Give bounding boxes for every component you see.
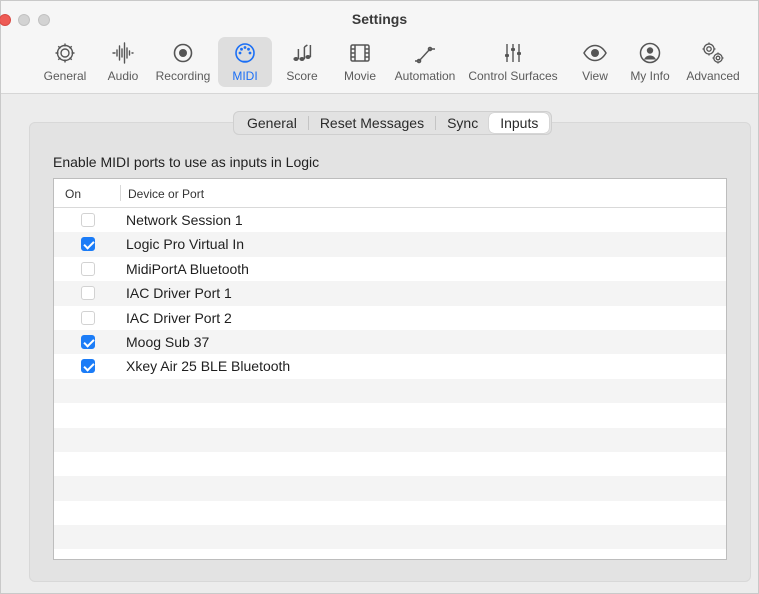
toolbar-label: MIDI	[232, 69, 258, 83]
window-title: Settings	[351, 11, 408, 27]
table-row[interactable]: IAC Driver Port 1	[54, 281, 726, 306]
toolbar-label: General	[43, 69, 87, 83]
toolbar-label: My Info	[630, 69, 670, 83]
table-row[interactable]: IAC Driver Port 2	[54, 306, 726, 330]
inputs-instruction: Enable MIDI ports to use as inputs in Lo…	[53, 154, 320, 170]
gears-icon	[682, 40, 744, 68]
device-name: Logic Pro Virtual In	[126, 236, 245, 253]
empty-row	[54, 501, 726, 525]
toolbar-advanced[interactable]: Advanced	[682, 37, 744, 87]
tab-reset-messages[interactable]: Reset Messages	[309, 113, 435, 133]
toolbar-label: View	[582, 69, 608, 83]
device-name: MidiPortA Bluetooth	[126, 260, 249, 277]
waveform-icon	[103, 40, 143, 68]
toolbar-score[interactable]: Score	[280, 37, 324, 87]
toolbar-movie[interactable]: Movie	[337, 37, 383, 87]
automation-curve-icon	[391, 40, 459, 68]
toolbar-audio[interactable]: Audio	[103, 37, 143, 87]
empty-row	[54, 403, 726, 427]
enable-checkbox[interactable]	[81, 286, 95, 301]
enable-checkbox[interactable]	[81, 237, 95, 252]
toolbar-recording[interactable]: Recording	[153, 37, 213, 87]
toolbar-label: Automation	[394, 69, 456, 83]
toolbar-label: Advanced	[686, 69, 740, 83]
table-row[interactable]: Network Session 1	[54, 208, 726, 232]
gear-icon	[43, 40, 87, 68]
enable-checkbox[interactable]	[81, 261, 95, 276]
empty-row	[54, 549, 726, 559]
device-name: Moog Sub 37	[126, 333, 210, 350]
table-row[interactable]: MidiPortA Bluetooth	[54, 257, 726, 281]
table-row[interactable]: Moog Sub 37	[54, 329, 726, 355]
device-name: Network Session 1	[126, 212, 243, 228]
tab-sync[interactable]: Sync	[436, 113, 489, 133]
toolbar-midi[interactable]: MIDI	[218, 37, 272, 87]
empty-row	[54, 525, 726, 550]
empty-row	[54, 427, 726, 452]
toolbar-label: Score	[286, 69, 318, 83]
table-header: On Device or Port	[54, 179, 726, 208]
toolbar-my-info[interactable]: My Info	[626, 37, 674, 87]
settings-window: Settings General Audio Recording MIDI Sc…	[0, 0, 759, 594]
midi-tab-control: General Reset Messages Sync Inputs	[233, 111, 553, 135]
tab-inputs[interactable]: Inputs	[489, 113, 550, 133]
empty-row	[54, 452, 726, 476]
toolbar-label: Recording	[155, 69, 211, 83]
midi-inputs-table: On Device or Port Network Session 1 Logi…	[53, 178, 727, 560]
toolbar-control-surfaces[interactable]: Control Surfaces	[463, 37, 563, 87]
empty-row	[54, 378, 726, 404]
film-icon	[337, 40, 383, 68]
faders-icon	[463, 40, 563, 68]
record-icon	[153, 40, 213, 68]
toolbar-label: Audio	[107, 69, 139, 83]
enable-checkbox[interactable]	[81, 334, 95, 349]
person-icon	[626, 40, 674, 68]
midi-port-icon	[218, 40, 272, 68]
device-name: IAC Driver Port 2	[126, 309, 232, 326]
toolbar-label: Control Surfaces	[468, 69, 558, 83]
toolbar-general[interactable]: General	[43, 37, 87, 87]
toolbar-view[interactable]: View	[575, 37, 615, 87]
table-row[interactable]: Xkey Air 25 BLE Bluetooth	[54, 354, 726, 378]
device-name: Xkey Air 25 BLE Bluetooth	[126, 358, 291, 375]
enable-checkbox[interactable]	[81, 213, 95, 227]
toolbar-label: Movie	[343, 69, 376, 83]
eye-icon	[575, 40, 615, 68]
table-row[interactable]: Logic Pro Virtual In	[54, 232, 726, 257]
empty-row	[54, 476, 726, 501]
enable-checkbox[interactable]	[81, 359, 95, 374]
column-header-device[interactable]: Device or Port	[128, 187, 204, 201]
toolbar-automation[interactable]: Automation	[391, 37, 459, 87]
tab-general[interactable]: General	[236, 113, 308, 133]
device-name: IAC Driver Port 1	[126, 285, 232, 302]
music-notes-icon	[280, 40, 324, 68]
enable-checkbox[interactable]	[81, 310, 95, 325]
column-divider	[120, 185, 121, 201]
column-header-on[interactable]: On	[65, 187, 81, 201]
title-bar: Settings General Audio Recording MIDI Sc…	[0, 1, 758, 94]
